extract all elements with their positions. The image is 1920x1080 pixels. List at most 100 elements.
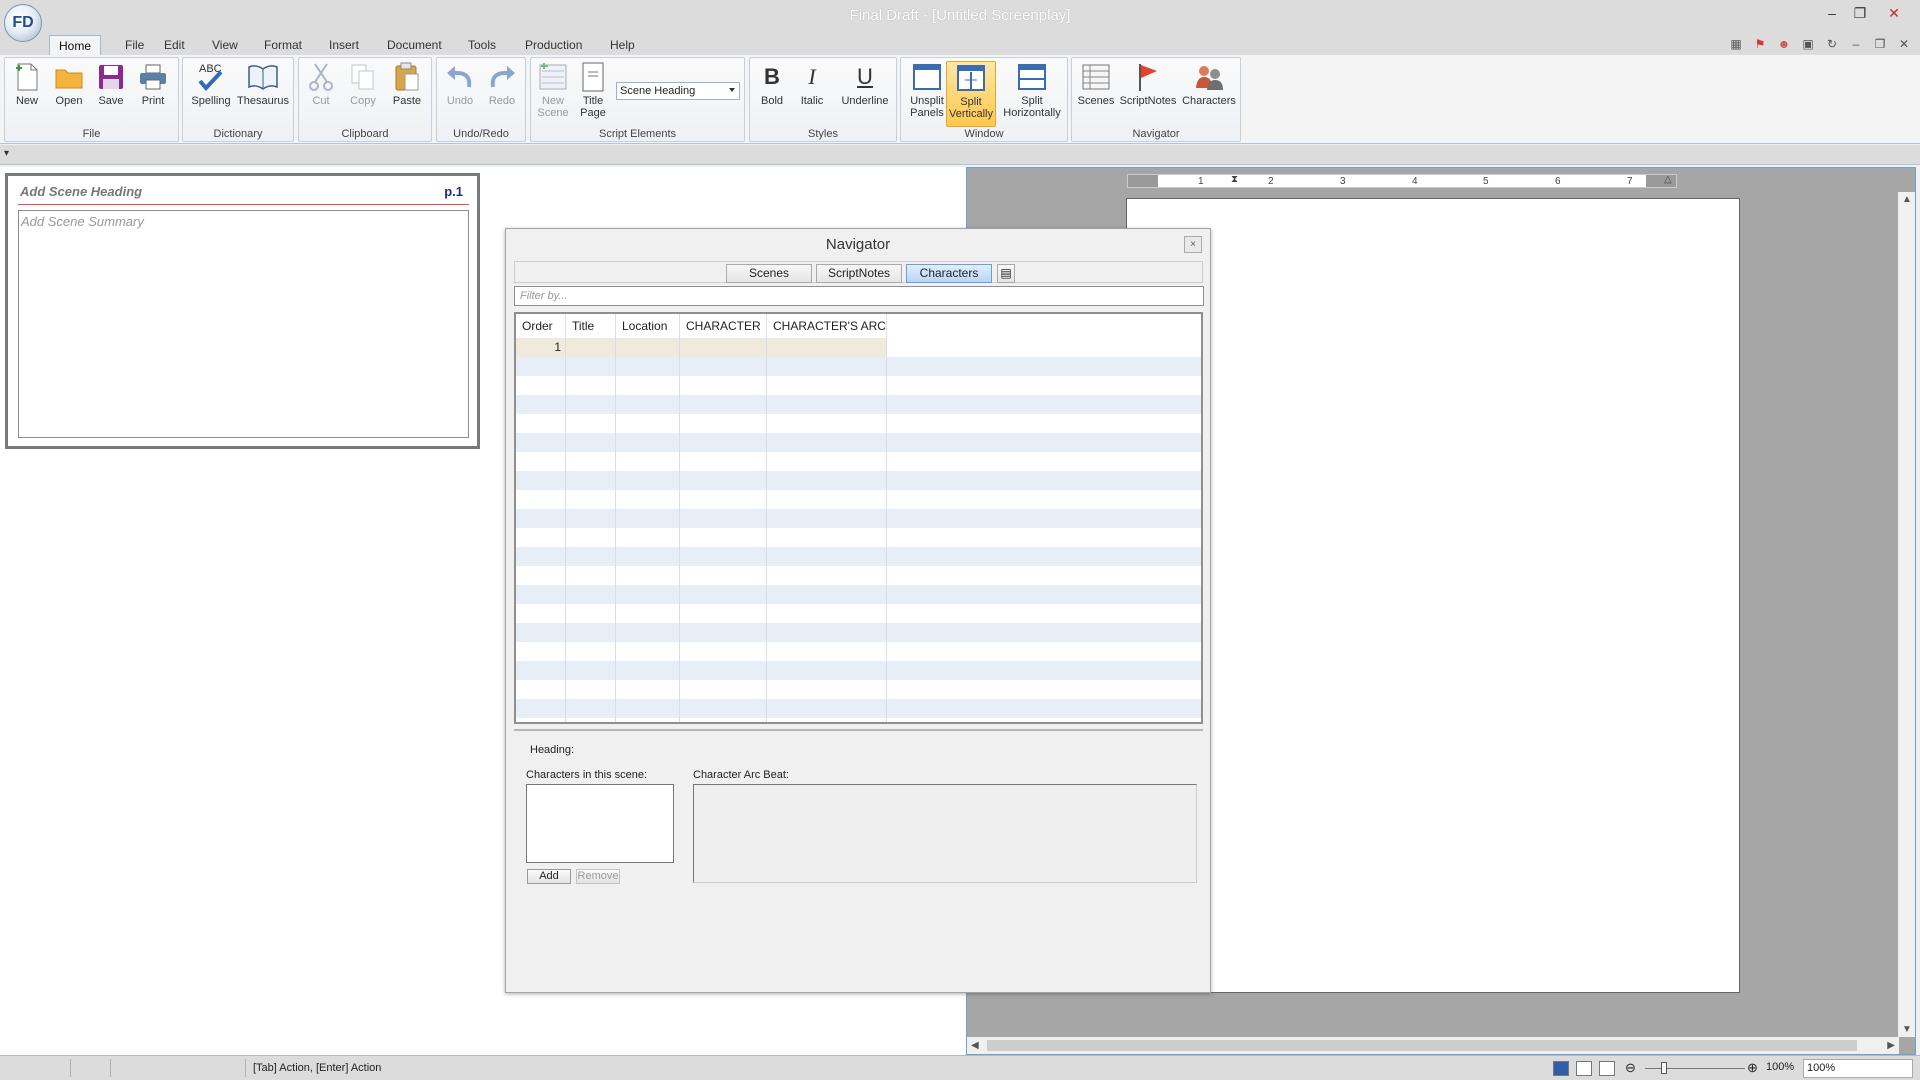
underline-button[interactable]: U Underline [836,61,894,108]
ruler-tick: 6 [1555,176,1561,187]
title-bar: Final Draft - [Untitled Screenplay] – ❐ … [0,0,1920,33]
unsplit-panels-button[interactable]: Unsplit Panels [905,61,949,119]
index-card-view-icon[interactable] [1599,1061,1615,1076]
zoom-out-icon[interactable]: ⊖ [1625,1060,1636,1076]
indent-marker-icon[interactable]: ⧗ [1231,174,1238,185]
cut-button[interactable]: Cut [303,61,339,107]
column-chooser-icon[interactable]: ▤ [997,264,1015,283]
characters-button[interactable]: Characters [1180,61,1238,107]
tab-characters[interactable]: Characters [906,264,992,283]
empty-cell [566,699,616,718]
scroll-up-icon[interactable]: ▲ [1902,194,1912,205]
cell-characters-arc[interactable] [767,338,887,357]
script-page[interactable] [1126,198,1740,993]
empty-cell [616,699,680,718]
menu-tab-edit[interactable]: Edit [155,35,194,55]
column-title[interactable]: Title [566,314,616,338]
restore-icon[interactable]: ❐ [1846,2,1874,24]
empty-cell [887,585,1201,604]
status-divider [70,1059,71,1077]
remove-button[interactable]: Remove [576,869,620,884]
menu-tab-view[interactable]: View [203,35,247,55]
scroll-right-icon[interactable]: ▶ [1887,1040,1895,1051]
scenes-button[interactable]: Scenes [1076,61,1116,107]
menu-tab-home[interactable]: Home [49,35,102,55]
print-button[interactable]: Print [135,61,171,107]
paste-button[interactable]: Paste [387,61,427,107]
mdi-restore-icon[interactable]: ❐ [1870,35,1890,53]
redo-button[interactable]: Redo [483,61,521,107]
scriptnotes-button[interactable]: ScriptNotes [1118,61,1178,107]
right-margin-marker-icon[interactable]: △ [1664,174,1672,185]
menu-tab-document[interactable]: Document [378,35,451,55]
empty-cell [616,414,680,433]
ruler[interactable]: 1 2 3 4 5 6 7 ⧗ △ [1127,174,1677,188]
menu-tab-file[interactable]: File [116,35,153,55]
tab-scenes[interactable]: Scenes [726,264,812,283]
title-page-button[interactable]: Title Page [575,61,611,119]
column-location[interactable]: Location [616,314,680,338]
empty-cell [516,528,566,547]
table-row[interactable]: 1 [516,338,1201,357]
cell-character[interactable] [680,338,767,357]
character-arc-beat-field[interactable] [693,784,1197,883]
filter-input[interactable]: Filter by... [514,286,1204,306]
characters-icon[interactable]: ☻ [1774,35,1794,53]
cell-title[interactable] [566,338,616,357]
minimize-icon[interactable]: – [1818,2,1846,24]
app-logo[interactable]: FD [4,4,42,42]
scroll-left-icon[interactable]: ◀ [971,1040,979,1051]
empty-cell [887,623,1201,642]
menu-tab-tools[interactable]: Tools [459,35,505,55]
zoom-slider[interactable] [1645,1068,1745,1069]
column-character[interactable]: CHARACTER [680,314,767,338]
column-order[interactable]: Order [516,314,566,338]
menu-tab-help[interactable]: Help [601,35,644,55]
mdi-close-icon[interactable]: ✕ [1894,35,1914,53]
zoom-slider-thumb[interactable] [1661,1062,1667,1074]
split-horizontally-button[interactable]: Split Horizontally [999,61,1065,119]
horizontal-scrollbar[interactable]: ◀ ▶ [967,1037,1899,1054]
add-button[interactable]: Add [527,869,571,884]
expand-arrow-icon[interactable]: ▾ [4,148,9,159]
scene-summary[interactable]: Add Scene Summary [18,210,469,438]
save-button[interactable]: Save [93,61,129,107]
menu-tab-format[interactable]: Format [255,35,311,55]
horizontal-scroll-thumb[interactable] [987,1040,1857,1051]
page-view-icon[interactable] [1576,1061,1592,1076]
spelling-button[interactable]: ABC Spelling [189,61,233,107]
zoom-select[interactable]: 100% [1803,1059,1913,1078]
copy-button[interactable]: Copy [345,61,381,107]
characters-in-scene-list[interactable] [526,784,674,863]
cell-location[interactable] [616,338,680,357]
tab-scriptnotes[interactable]: ScriptNotes [816,264,902,283]
cell-order[interactable]: 1 [516,338,566,357]
close-icon[interactable]: ✕ [1880,2,1908,24]
thesaurus-button[interactable]: Thesaurus [235,61,291,107]
column-characters-arc[interactable]: CHARACTER'S ARC [767,314,887,338]
close-icon[interactable]: × [1184,236,1202,253]
new-button[interactable]: New [9,61,45,107]
mdi-minimize-icon[interactable]: – [1846,35,1866,53]
window-icon[interactable]: ▣ [1798,35,1818,53]
group-dictionary-name: Dictionary [213,128,263,140]
new-scene-button[interactable]: New Scene [535,61,571,119]
flag-icon[interactable]: ⚑ [1750,35,1770,53]
bold-button[interactable]: B Bold [754,61,790,108]
scene-heading[interactable]: Add Scene Heading [20,184,142,199]
normal-view-icon[interactable] [1553,1061,1569,1076]
menu-tab-production[interactable]: Production [516,35,591,55]
italic-button[interactable]: I Italic [794,61,830,108]
zoom-in-icon[interactable]: ⊕ [1747,1060,1758,1076]
calendar-icon[interactable]: ▦ [1726,35,1746,53]
scene-card[interactable]: Add Scene Heading p.1 Add Scene Summary [5,173,480,449]
scroll-down-icon[interactable]: ▼ [1902,1024,1912,1035]
menu-tab-insert[interactable]: Insert [320,35,368,55]
open-button[interactable]: Open [51,61,87,107]
vertical-scrollbar[interactable]: ▲ ▼ [1898,192,1915,1037]
split-vertically-button[interactable]: Split Vertically [946,61,996,127]
refresh-icon[interactable]: ↻ [1822,35,1842,53]
undo-button[interactable]: Undo [441,61,479,107]
empty-row [516,509,1201,528]
element-select[interactable]: Scene Heading [616,82,740,100]
